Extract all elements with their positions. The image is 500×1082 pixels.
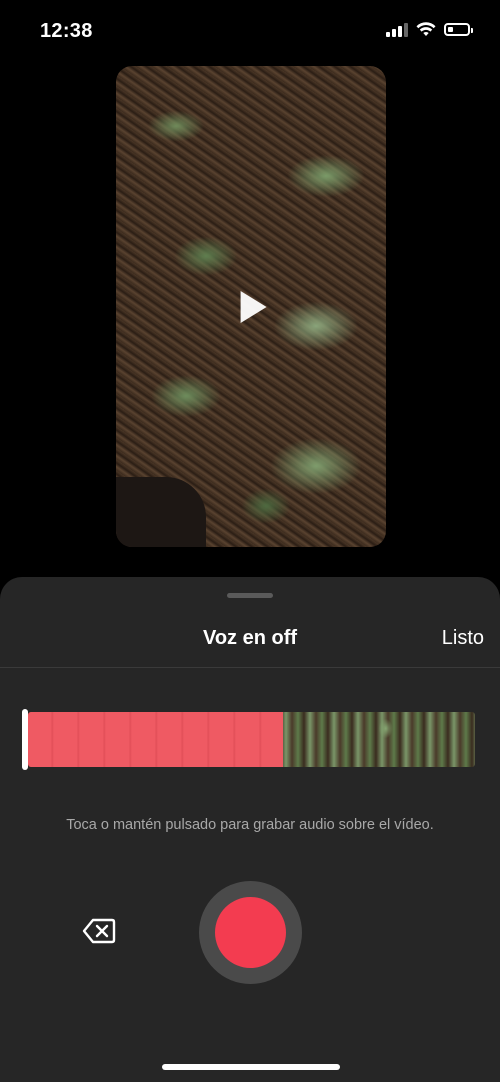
done-button[interactable]: Listo [442,627,484,650]
video-soil-area [116,477,206,547]
video-preview[interactable] [116,66,386,547]
battery-level [448,27,453,32]
status-icons [386,22,473,37]
record-button[interactable] [199,881,302,984]
video-timeline[interactable] [28,712,475,767]
timeline-playhead[interactable] [22,709,28,770]
cellular-signal-icon [386,22,408,37]
sheet-title: Voz en off [202,627,298,649]
battery-icon [444,23,473,36]
voiceover-sheet: Voz en off Listo Toca o mantén pulsado p… [0,577,500,1082]
record-dot [215,897,286,968]
status-time: 12:38 [40,20,93,42]
home-indicator[interactable] [162,1064,340,1070]
status-bar: 12:38 [0,0,500,60]
backspace-icon [82,918,116,944]
recorded-segment [28,712,283,767]
header-divider [0,667,500,668]
wifi-icon [416,22,436,36]
record-hint-text: Toca o mantén pulsado para grabar audio … [66,817,434,833]
delete-recording-button[interactable] [82,917,120,949]
play-icon[interactable] [240,290,267,323]
sheet-grabber-handle[interactable] [227,593,273,598]
